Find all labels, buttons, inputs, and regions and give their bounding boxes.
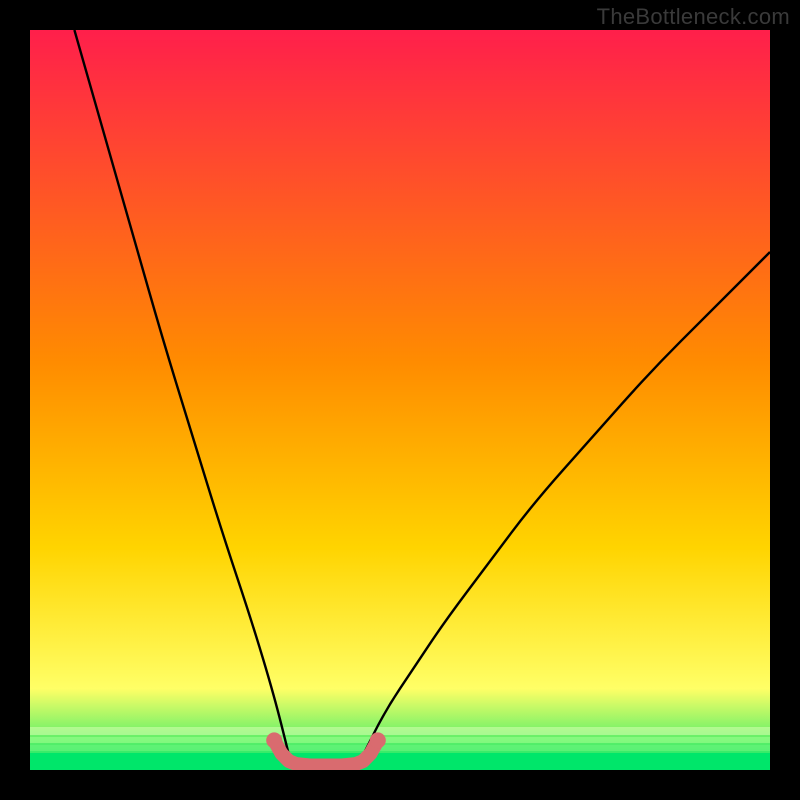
band-3 (30, 745, 770, 751)
plot-area (30, 30, 770, 770)
chart-frame: TheBottleneck.com (0, 0, 800, 800)
chart-svg (30, 30, 770, 770)
valley-dot-left (266, 732, 282, 748)
watermark-text: TheBottleneck.com (597, 4, 790, 30)
valley-dot-right (370, 732, 386, 748)
band-4 (30, 753, 770, 770)
gradient-background (30, 30, 770, 770)
band-2 (30, 737, 770, 743)
band-1 (30, 727, 770, 735)
